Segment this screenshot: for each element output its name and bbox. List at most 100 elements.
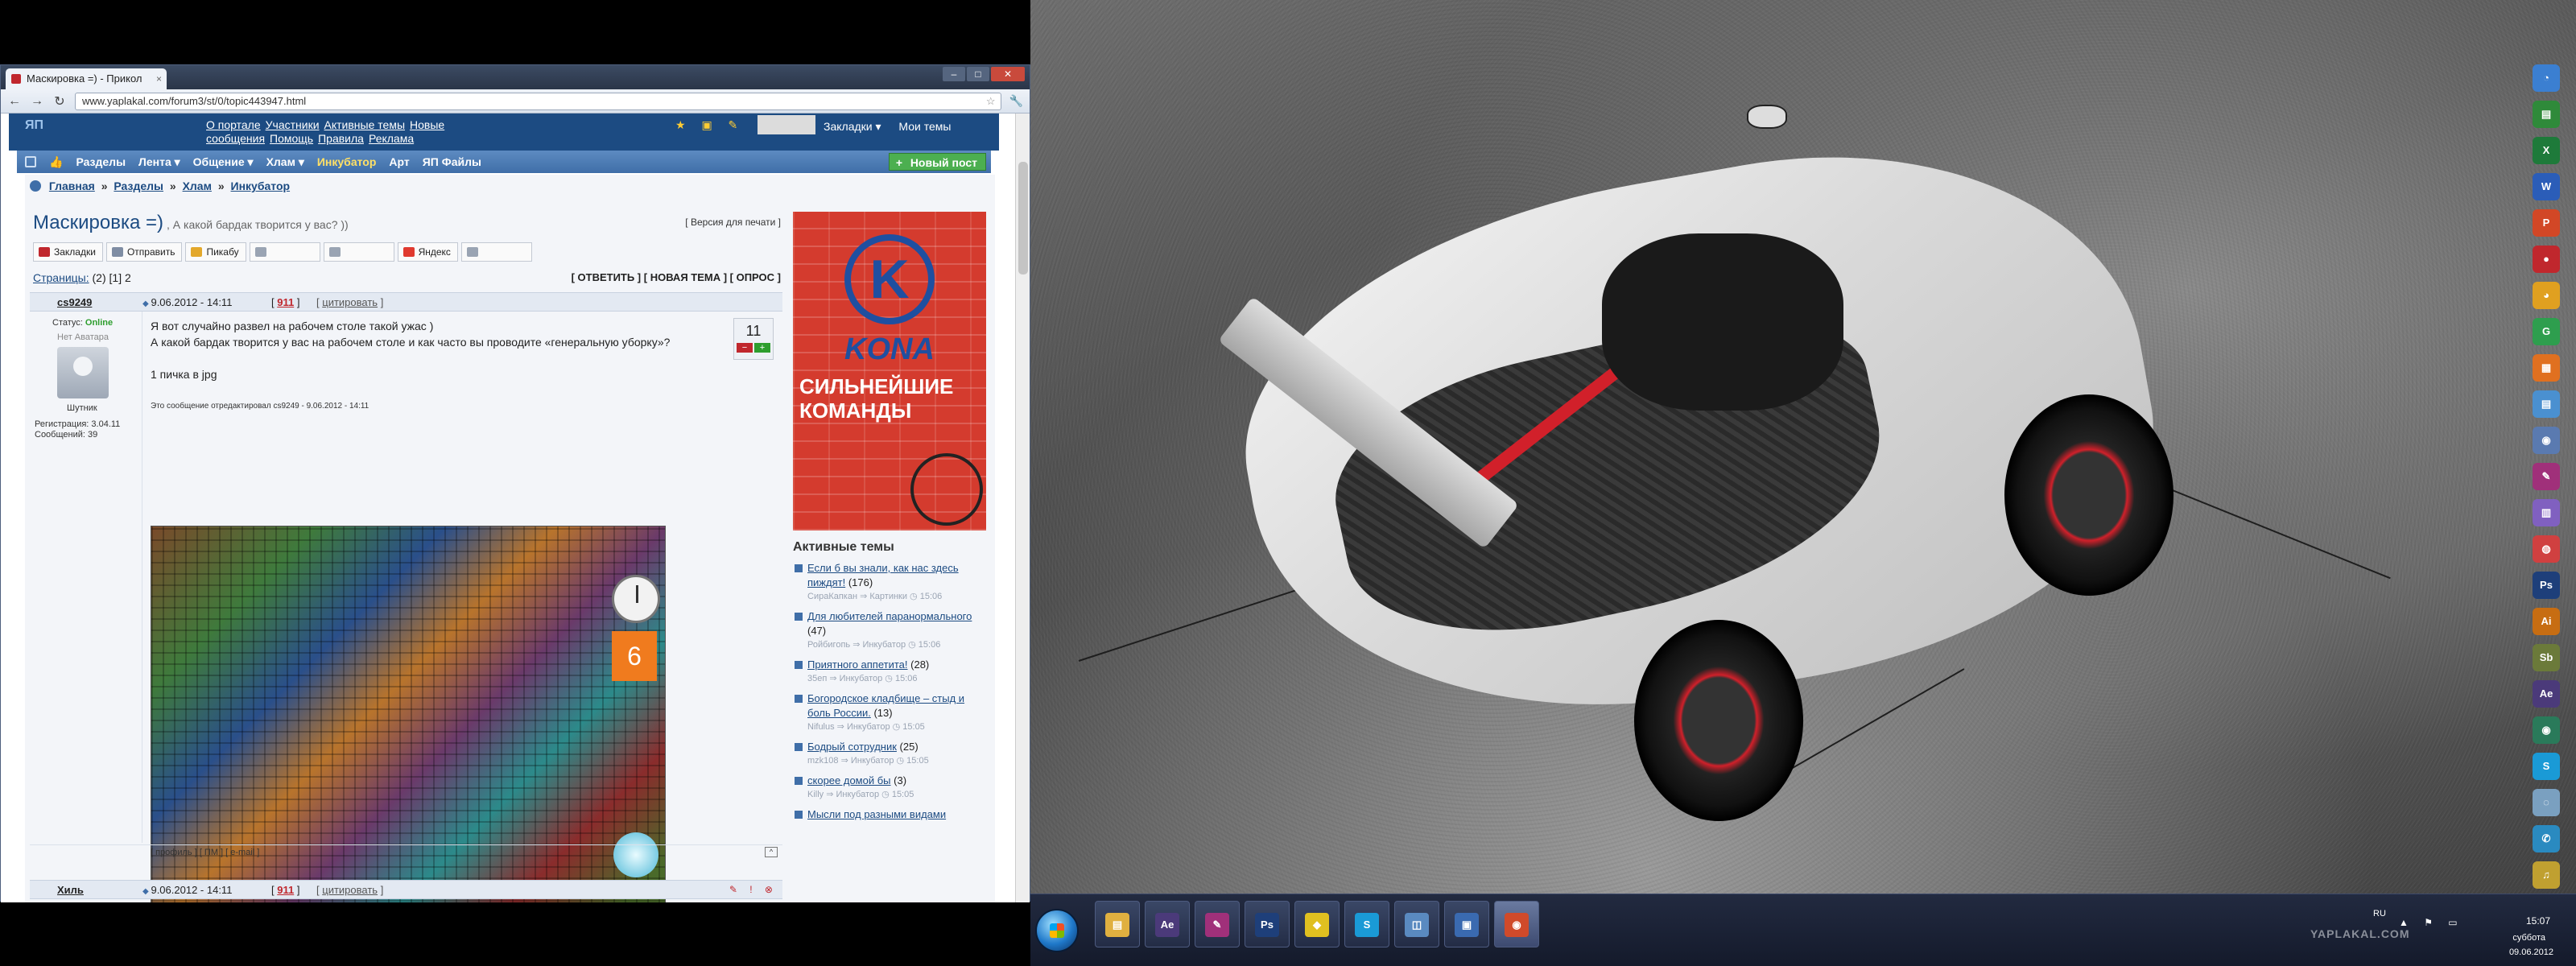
rate-up-button[interactable]: + bbox=[754, 343, 770, 353]
desktop-app-icon[interactable]: Sb bbox=[2533, 644, 2560, 671]
bookmark-star-icon[interactable]: ☆ bbox=[986, 93, 996, 109]
post-number[interactable]: [ 911 ] bbox=[271, 296, 299, 308]
taskbar-app-button[interactable]: ▤ bbox=[1095, 901, 1140, 947]
post-author[interactable]: cs9249 bbox=[57, 296, 92, 308]
desktop-app-icon[interactable]: ◌ bbox=[2533, 789, 2560, 816]
taskbar-app-button[interactable]: ▣ bbox=[1444, 901, 1489, 947]
pages-label[interactable]: Страницы: bbox=[33, 271, 89, 284]
quote-label[interactable]: цитировать bbox=[322, 296, 378, 308]
wrench-menu-icon[interactable]: 🔧 bbox=[1009, 94, 1023, 108]
active-topic-title[interactable]: Мысли под разными видами bbox=[807, 808, 946, 820]
desktop-app-icon[interactable]: Ps bbox=[2533, 572, 2560, 599]
site-logo[interactable]: ЯП bbox=[25, 118, 186, 142]
desktop-app-icon[interactable]: ◉ bbox=[2533, 716, 2560, 744]
post-number-value[interactable]: 911 bbox=[277, 296, 294, 308]
quote-link[interactable]: [ цитировать ] bbox=[316, 884, 383, 896]
page-scrollbar[interactable] bbox=[1015, 114, 1030, 902]
kona-ad-banner[interactable]: K KONA СИЛЬНЕЙШИЕ КОМАНДЫ bbox=[793, 212, 986, 530]
clock-time[interactable]: 15:07 bbox=[2526, 915, 2550, 927]
language-indicator[interactable]: RU bbox=[2373, 909, 2386, 919]
nav-junk[interactable]: Хлам ▾ bbox=[266, 155, 304, 169]
breadcrumb-incubator[interactable]: Инкубатор bbox=[231, 180, 291, 192]
desktop-app-icon[interactable]: ▥ bbox=[2533, 499, 2560, 526]
top-link[interactable]: Реклама bbox=[369, 132, 414, 145]
desktop-app-icon[interactable]: P bbox=[2533, 209, 2560, 237]
minimize-button[interactable]: – bbox=[943, 67, 965, 81]
breadcrumb-sections[interactable]: Разделы bbox=[114, 180, 163, 192]
share-button[interactable] bbox=[249, 242, 320, 262]
active-topic-title[interactable]: Если б вы знали, как нас здесь пиждят! bbox=[807, 562, 959, 588]
desktop-app-icon[interactable]: S bbox=[2533, 753, 2560, 780]
post-number-value[interactable]: 911 bbox=[277, 884, 294, 896]
desktop-app-icon[interactable]: ◔ bbox=[2533, 64, 2560, 92]
tab-close-icon[interactable]: × bbox=[156, 68, 162, 89]
back-icon[interactable]: ← bbox=[7, 94, 22, 109]
active-topic-title[interactable]: Приятного аппетита! bbox=[807, 658, 908, 671]
top-link[interactable]: Участники bbox=[266, 118, 320, 131]
top-link[interactable]: О портале bbox=[206, 118, 261, 131]
taskbar-app-button[interactable]: ◉ bbox=[1494, 901, 1539, 947]
windows-start-icon[interactable] bbox=[1035, 909, 1079, 952]
avatar[interactable] bbox=[57, 347, 109, 398]
nav-chat[interactable]: Общение ▾ bbox=[193, 155, 254, 169]
breadcrumb-junk[interactable]: Хлам bbox=[183, 180, 212, 192]
rate-down-button[interactable]: − bbox=[737, 343, 753, 353]
nav-art[interactable]: Арт bbox=[389, 155, 409, 168]
active-topic-title[interactable]: скорее домой бы bbox=[807, 774, 891, 786]
taskbar-app-button[interactable]: ✎ bbox=[1195, 901, 1240, 947]
desktop-app-icon[interactable]: Ai bbox=[2533, 608, 2560, 635]
desktop-app-icon[interactable]: ▤ bbox=[2533, 390, 2560, 418]
home-icon[interactable] bbox=[25, 156, 36, 167]
quote-label[interactable]: цитировать bbox=[322, 884, 378, 896]
desktop-app-icon[interactable]: W bbox=[2533, 173, 2560, 200]
taskbar-app-button[interactable]: ◫ bbox=[1394, 901, 1439, 947]
desktop-app-icon[interactable]: G bbox=[2533, 318, 2560, 345]
top-link[interactable]: Помощь bbox=[270, 132, 313, 145]
nav-feed[interactable]: Лента ▾ bbox=[138, 155, 180, 169]
tray-icons[interactable]: ▲ ⚑ ▭ bbox=[2399, 917, 2464, 928]
quote-link[interactable]: [ цитировать ] bbox=[316, 296, 383, 308]
thumb-icon[interactable]: 👍 bbox=[49, 155, 63, 169]
topic-actions[interactable]: [ ОТВЕТИТЬ ] [ НОВАЯ ТЕМА ] [ ОПРОС ] bbox=[572, 271, 781, 283]
browser-tab[interactable]: Маскировка =) - Прикол × bbox=[6, 68, 167, 89]
desktop-app-icon[interactable]: ▦ bbox=[2533, 354, 2560, 382]
desktop-app-icon[interactable]: ● bbox=[2533, 246, 2560, 273]
header-search-box[interactable] bbox=[758, 115, 815, 134]
nav-sections[interactable]: Разделы bbox=[76, 155, 126, 168]
reload-icon[interactable]: ↻ bbox=[52, 93, 67, 109]
pages-value[interactable]: (2) [1] 2 bbox=[93, 271, 131, 284]
post-author[interactable]: Хиль bbox=[57, 884, 84, 896]
my-topics-link[interactable]: Мои темы bbox=[898, 120, 951, 133]
scrollbar-thumb[interactable] bbox=[1018, 162, 1028, 275]
desktop-app-icon[interactable]: ◍ bbox=[2533, 535, 2560, 563]
share-button[interactable] bbox=[323, 242, 394, 262]
share-button[interactable]: Яндекс bbox=[397, 242, 458, 262]
maximize-button[interactable]: □ bbox=[967, 67, 989, 81]
share-button[interactable]: Пикабу bbox=[185, 242, 246, 262]
address-bar[interactable]: www.yaplakal.com/forum3/st/0/topic443947… bbox=[75, 92, 1001, 110]
nav-incubator[interactable]: Инкубатор bbox=[317, 155, 377, 168]
post-tools[interactable]: ✎ ! ⊗ bbox=[729, 884, 778, 895]
print-version-link[interactable]: [ Версия для печати ] bbox=[685, 217, 781, 228]
taskbar-app-button[interactable]: Ae bbox=[1145, 901, 1190, 947]
bookmarks-menu[interactable]: Закладки ▾ bbox=[824, 120, 881, 133]
nav-files[interactable]: ЯП Файлы bbox=[423, 155, 481, 168]
close-button[interactable]: ✕ bbox=[991, 67, 1025, 81]
post-footer-links[interactable]: [ профиль ] [ ПМ ] [ e-mail ] bbox=[151, 848, 259, 857]
desktop-app-icon[interactable]: X bbox=[2533, 137, 2560, 164]
breadcrumb-home[interactable]: Главная bbox=[49, 180, 95, 192]
desktop-app-icon[interactable]: ✆ bbox=[2533, 825, 2560, 852]
taskbar-app-button[interactable]: ◆ bbox=[1294, 901, 1340, 947]
post-number[interactable]: [ 911 ] bbox=[271, 884, 299, 896]
active-topic-title[interactable]: Бодрый сотрудник bbox=[807, 741, 897, 753]
scroll-top-icon[interactable]: ^ bbox=[765, 847, 778, 857]
share-button[interactable] bbox=[460, 242, 532, 262]
new-post-button[interactable]: Новый пост bbox=[888, 153, 986, 171]
top-link[interactable]: Правила bbox=[318, 132, 364, 145]
desktop-app-icon[interactable]: ✎ bbox=[2533, 463, 2560, 490]
share-button[interactable]: Закладки bbox=[33, 242, 103, 262]
desktop-app-icon[interactable]: ▤ bbox=[2533, 101, 2560, 128]
desktop-app-icon[interactable]: ♫ bbox=[2533, 861, 2560, 889]
active-topic-title[interactable]: Для любителей паранормального bbox=[807, 610, 972, 622]
desktop-app-icon[interactable]: ◉ bbox=[2533, 427, 2560, 454]
